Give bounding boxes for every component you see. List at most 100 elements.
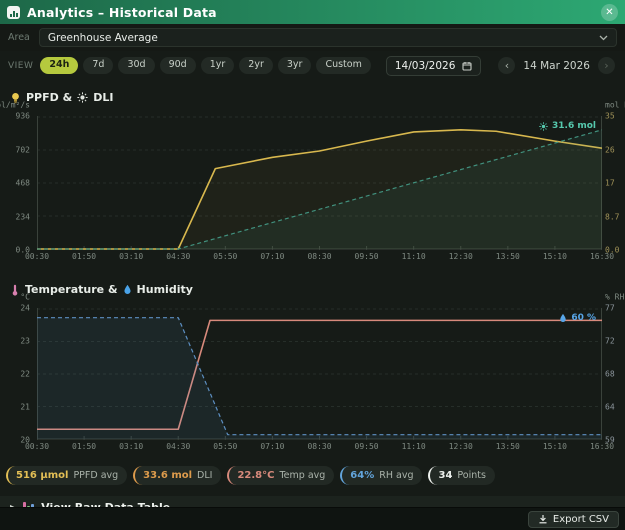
temp-humidity-chart: °C 2423222120 % RH 7772686459 00:3001:50… <box>37 308 602 440</box>
y-tick-label: 26 <box>605 145 615 154</box>
stat-dli: 33.6 molDLI <box>133 466 221 485</box>
x-tick-label: 00:30 <box>25 442 49 451</box>
x-tick-label: 01:50 <box>72 442 96 451</box>
y-tick-label: 22 <box>20 370 30 379</box>
x-tick-label: 12:30 <box>449 252 473 261</box>
x-tick-label: 05:50 <box>213 252 237 261</box>
stat-value: 33.6 mol <box>143 470 192 481</box>
area-select[interactable]: Greenhouse Average <box>39 28 617 47</box>
stat-points: 34 Points <box>428 466 494 485</box>
nav-date-label: 14 Mar 2026 <box>523 60 590 72</box>
x-tick-label: 15:10 <box>543 442 567 451</box>
dli-annotation-value: 31.6 mol <box>552 121 596 131</box>
dli-y-axis: mol DLI 3526178.70.0 <box>603 116 625 250</box>
view-label: VIEW <box>8 61 33 71</box>
ppfd-title-text: PPFD & <box>26 91 72 104</box>
temp-x-axis: 00:3001:5003:1004:3005:5007:1008:3009:50… <box>37 442 602 454</box>
humidity-annotation: 60 % <box>559 313 596 323</box>
next-day-button[interactable]: › <box>598 57 615 74</box>
y-tick-label: 234 <box>16 212 30 221</box>
x-tick-label: 03:10 <box>119 442 143 451</box>
temp-humidity-plot[interactable] <box>37 308 602 440</box>
thermometer-icon <box>10 284 20 296</box>
view-range-24h[interactable]: 24h <box>40 57 78 73</box>
ppfd-x-axis: 00:3001:5003:1004:3005:5007:1008:3009:50… <box>37 252 602 264</box>
ppfd-dli-plot[interactable] <box>37 116 602 250</box>
x-tick-label: 13:50 <box>496 252 520 261</box>
view-range-30d[interactable]: 30d <box>118 57 154 73</box>
stat-ppfd-avg: 516 μmol PPFD avg <box>6 466 127 485</box>
analytics-chart-icon <box>7 6 20 19</box>
download-icon <box>538 514 548 524</box>
prev-day-button[interactable]: ‹ <box>498 57 515 74</box>
stat-label: Points <box>457 470 486 481</box>
x-tick-label: 03:10 <box>119 252 143 261</box>
x-tick-label: 12:30 <box>449 442 473 451</box>
ppfd-y-axis: μmol/m²/s 9367024682340.0 <box>0 116 33 250</box>
area-select-value: Greenhouse Average <box>48 32 599 44</box>
temp-axis-unit: °C <box>20 293 30 302</box>
area-row: Area Greenhouse Average <box>0 24 625 51</box>
y-tick-label: 64 <box>605 403 615 412</box>
view-range-1yr[interactable]: 1yr <box>201 57 235 73</box>
x-tick-label: 04:30 <box>166 442 190 451</box>
stat-value: 516 μmol <box>16 470 68 481</box>
droplet-icon <box>123 284 132 295</box>
x-tick-label: 11:10 <box>402 442 426 451</box>
dli-title-text: DLI <box>93 91 113 104</box>
y-tick-label: 35 <box>605 112 615 121</box>
titlebar: Analytics – Historical Data ✕ <box>0 0 625 24</box>
humidity-annotation-value: 60 % <box>571 313 596 323</box>
view-range-group: 24h 7d 30d 90d 1yr2yr 3yrCustom <box>40 57 370 73</box>
x-tick-label: 07:10 <box>260 442 284 451</box>
droplet-icon <box>559 313 567 323</box>
view-range-2yr[interactable]: 2yr <box>239 57 273 73</box>
stat-value: 34 <box>438 470 452 481</box>
view-range-90d[interactable]: 90d <box>160 57 196 73</box>
humidity-title-text: Humidity <box>137 283 193 296</box>
x-tick-label: 04:30 <box>166 252 190 261</box>
view-range-7d[interactable]: 7d <box>83 57 113 73</box>
x-tick-label: 13:50 <box>496 442 520 451</box>
x-tick-label: 08:30 <box>307 442 331 451</box>
y-tick-label: 468 <box>16 179 30 188</box>
humidity-y-axis: % RH 7772686459 <box>603 308 625 440</box>
y-tick-label: 21 <box>20 403 30 412</box>
view-range-custom[interactable]: Custom <box>316 57 370 73</box>
ppfd-dli-section: PPFD & DLI μmol/m²/s 9367024682340.0 mol… <box>0 80 625 250</box>
close-icon[interactable]: ✕ <box>601 4 618 21</box>
y-tick-label: 8.7 <box>605 212 619 221</box>
calendar-icon <box>462 61 472 71</box>
y-tick-label: 77 <box>605 304 615 313</box>
stats-row: 516 μmolPPFD avg33.6 molDLI22.8°CTemp av… <box>0 462 625 488</box>
date-input[interactable]: 14/03/2026 <box>386 56 482 76</box>
sun-icon <box>77 92 88 103</box>
x-tick-label: 00:30 <box>25 252 49 261</box>
x-tick-label: 09:50 <box>355 252 379 261</box>
temp-humidity-section: Temperature & Humidity °C 2423222120 % R… <box>0 272 625 440</box>
area-label: Area <box>8 32 30 43</box>
window-title: Analytics – Historical Data <box>27 5 594 20</box>
dli-annotation: 31.6 mol <box>539 121 596 131</box>
ppfd-dli-title: PPFD & DLI <box>0 87 625 110</box>
chevron-down-icon <box>599 35 608 41</box>
humidity-axis-unit: % RH <box>605 293 624 302</box>
x-tick-label: 05:50 <box>213 442 237 451</box>
export-csv-button[interactable]: Export CSV <box>528 511 619 528</box>
stat-rh-avg: 64%RH avg <box>340 466 422 485</box>
x-tick-label: 11:10 <box>402 252 426 261</box>
stat-label: PPFD avg <box>73 470 118 481</box>
ppfd-dli-chart: μmol/m²/s 9367024682340.0 mol DLI 352617… <box>37 116 602 250</box>
x-tick-label: 15:10 <box>543 252 567 261</box>
stat-label: Temp avg <box>279 470 325 481</box>
view-row: VIEW 24h 7d 30d 90d 1yr2yr 3yrCustom 14/03/20… <box>0 51 625 80</box>
y-tick-label: 68 <box>605 370 615 379</box>
y-tick-label: 702 <box>16 145 30 154</box>
footer-bar: Export CSV <box>0 507 625 530</box>
date-value: 14/03/2026 <box>395 60 456 72</box>
y-tick-label: 17 <box>605 179 615 188</box>
view-range-3yr[interactable]: 3yr <box>278 57 312 73</box>
temp-y-axis: °C 2423222120 <box>0 308 33 440</box>
x-tick-label: 01:50 <box>72 252 96 261</box>
temp-humidity-title: Temperature & Humidity <box>0 279 625 302</box>
